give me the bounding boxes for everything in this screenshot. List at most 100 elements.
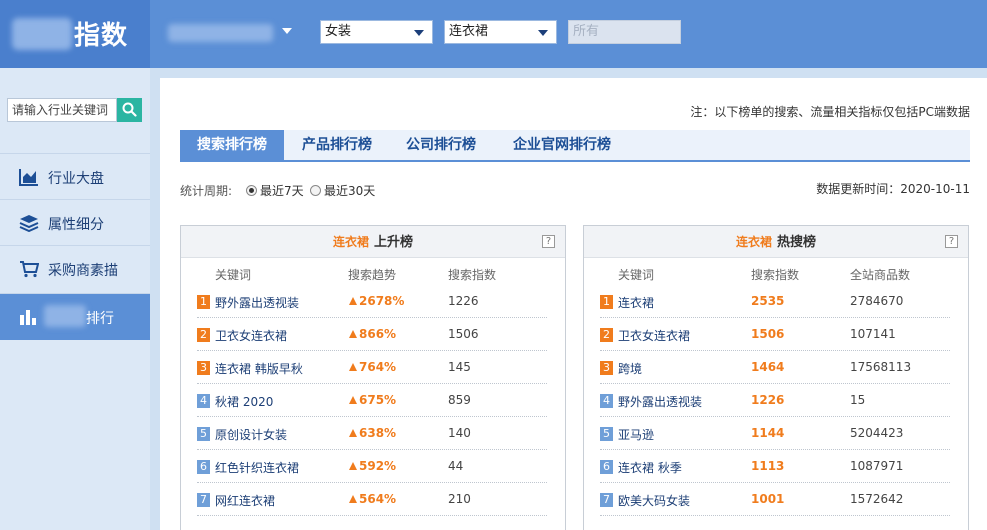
logo[interactable]: 指数	[0, 0, 150, 68]
table-row[interactable]: 4 野外露出透视装 1226 15	[600, 384, 950, 417]
search-index: 1464	[751, 360, 785, 374]
site-selector-blurred[interactable]	[168, 24, 273, 42]
keyword-link[interactable]: 卫衣女连衣裙	[215, 327, 287, 344]
column-header: 搜索指数	[751, 268, 800, 282]
tab-product-ranking[interactable]: 产品排行榜	[284, 130, 390, 160]
industry-search-input[interactable]	[7, 98, 117, 122]
tab-search-ranking[interactable]: 搜索排行榜	[180, 130, 284, 160]
radio-checked-icon	[246, 185, 257, 196]
ranking-tabs: 搜索排行榜 产品排行榜 公司排行榜 企业官网排行榜	[180, 130, 970, 162]
period-7-days-radio[interactable]: 最近7天	[246, 182, 304, 199]
table-row[interactable]: 1 连衣裙 2535 2784670	[600, 285, 950, 318]
layers-icon	[19, 215, 39, 232]
search-index: 1226	[751, 393, 785, 407]
search-button[interactable]	[117, 98, 142, 122]
search-index: 1506	[751, 327, 785, 341]
column-header: 全站商品数	[850, 268, 911, 282]
radio-label: 最近7天	[260, 184, 304, 198]
search-index: 859	[448, 393, 471, 407]
chevron-down-icon	[414, 30, 424, 36]
tab-company-ranking[interactable]: 公司排行榜	[390, 130, 492, 160]
column-header: 关键词	[215, 268, 252, 282]
keyword-link[interactable]: 秋裙 2020	[215, 393, 273, 410]
help-icon[interactable]: ?	[542, 235, 555, 248]
sidebar-item-buyer-profile[interactable]: 采购商素描	[0, 245, 150, 291]
logo-blurred-mark	[12, 18, 72, 50]
column-header: 搜索指数	[448, 268, 497, 282]
table-row[interactable]: 2 卫衣女连衣裙 1506 107141	[600, 318, 950, 351]
trend-value: 592%	[359, 459, 397, 473]
main-content: 注：以下榜单的搜索、流量相关指标仅包括PC端数据 搜索排行榜 产品排行榜 公司排…	[160, 78, 987, 530]
category-select-value: 女装	[325, 24, 352, 39]
arrow-up-icon	[349, 429, 357, 437]
column-header: 搜索趋势	[348, 268, 397, 282]
hot-search-panel: 连衣裙 热搜榜 ? 关键词 搜索指数 全站商品数 1 连衣裙 2535 2784670 2…	[583, 225, 969, 530]
table-row[interactable]: 3 跨境 1464 17568113	[600, 351, 950, 384]
sidebar: 行业大盘 属性细分 采购商素描 排行	[0, 68, 150, 530]
rank-badge: 5	[197, 427, 210, 441]
product-count: 15	[850, 393, 866, 407]
search-index: 1144	[751, 426, 785, 440]
help-icon[interactable]: ?	[945, 235, 958, 248]
keyword-link[interactable]: 红色针织连衣裙	[215, 459, 299, 476]
rank-badge: 1	[197, 295, 210, 309]
trend-value: 564%	[359, 492, 397, 506]
table-row[interactable]: 7 欧美大码女装 1001 1572642	[600, 483, 950, 516]
keyword-link[interactable]: 原创设计女装	[215, 426, 287, 443]
tab-website-ranking[interactable]: 企业官网排行榜	[492, 130, 632, 160]
keyword-link[interactable]: 跨境	[618, 360, 642, 377]
chevron-down-icon	[538, 30, 548, 36]
keyword-link[interactable]: 连衣裙	[618, 294, 654, 311]
subcategory-select-value: 连衣裙	[449, 24, 489, 39]
sidebar-item-attribute-breakdown[interactable]: 属性细分	[0, 199, 150, 245]
table-row[interactable]: 6 红色针织连衣裙 592% 44	[197, 450, 547, 483]
pc-data-note: 注：以下榜单的搜索、流量相关指标仅包括PC端数据	[690, 105, 970, 119]
trend-value: 2678%	[359, 294, 405, 308]
keyword-link[interactable]: 卫衣女连衣裙	[618, 327, 690, 344]
subcategory-select[interactable]: 连衣裙	[444, 20, 557, 44]
rank-badge: 2	[197, 328, 210, 342]
table-row[interactable]: 3 连衣裙 韩版早秋 764% 145	[197, 351, 547, 384]
period-30-days-radio[interactable]: 最近30天	[310, 182, 375, 199]
sidebar-item-ranking[interactable]: 排行	[0, 293, 150, 340]
arrow-up-icon	[349, 297, 357, 305]
trend-value: 638%	[359, 426, 397, 440]
sidebar-item-industry-overview[interactable]: 行业大盘	[0, 153, 150, 199]
keyword-link[interactable]: 野外露出透视装	[618, 393, 702, 410]
area-chart-icon	[19, 169, 38, 186]
keyword-link[interactable]: 网红连衣裙	[215, 492, 275, 509]
search-trend: 564%	[349, 492, 396, 506]
product-count: 2784670	[850, 294, 904, 308]
table-row[interactable]: 6 连衣裙 秋季 1113 1087971	[600, 450, 950, 483]
rank-badge: 7	[600, 493, 613, 507]
rank-badge: 4	[197, 394, 210, 408]
keyword-link[interactable]: 野外露出透视装	[215, 294, 299, 311]
table-row[interactable]: 5 亚马逊 1144 5204423	[600, 417, 950, 450]
table-row[interactable]: 2 卫衣女连衣裙 866% 1506	[197, 318, 547, 351]
table-row[interactable]: 7 网红连衣裙 564% 210	[197, 483, 547, 516]
keyword-link[interactable]: 亚马逊	[618, 426, 654, 443]
keyword-link[interactable]: 连衣裙 韩版早秋	[215, 360, 303, 377]
table-row[interactable]: 5 原创设计女装 638% 140	[197, 417, 547, 450]
keyword-link[interactable]: 连衣裙 秋季	[618, 459, 682, 476]
search-index: 210	[448, 492, 471, 506]
rank-badge: 6	[197, 460, 210, 474]
rank-badge: 3	[197, 361, 210, 375]
rank-badge: 5	[600, 427, 613, 441]
sidebar-item-label: 采购商素描	[48, 263, 118, 279]
search-index: 1226	[448, 294, 479, 308]
search-trend: 592%	[349, 459, 396, 473]
category-select[interactable]: 女装	[320, 20, 433, 44]
product-count: 5204423	[850, 426, 904, 440]
panel-category: 连衣裙	[332, 235, 369, 249]
search-trend: 866%	[349, 327, 396, 341]
search-trend: 764%	[349, 360, 396, 374]
product-count: 107141	[850, 327, 896, 341]
keyword-link[interactable]: 欧美大码女装	[618, 492, 690, 509]
panel-header: 连衣裙 热搜榜 ?	[584, 226, 968, 258]
panel-header: 连衣裙 上升榜 ?	[181, 226, 565, 258]
table-row[interactable]: 4 秋裙 2020 675% 859	[197, 384, 547, 417]
table-row[interactable]: 1 野外露出透视装 2678% 1226	[197, 285, 547, 318]
chevron-down-icon[interactable]	[282, 28, 292, 34]
period-label: 统计周期:	[180, 184, 233, 198]
